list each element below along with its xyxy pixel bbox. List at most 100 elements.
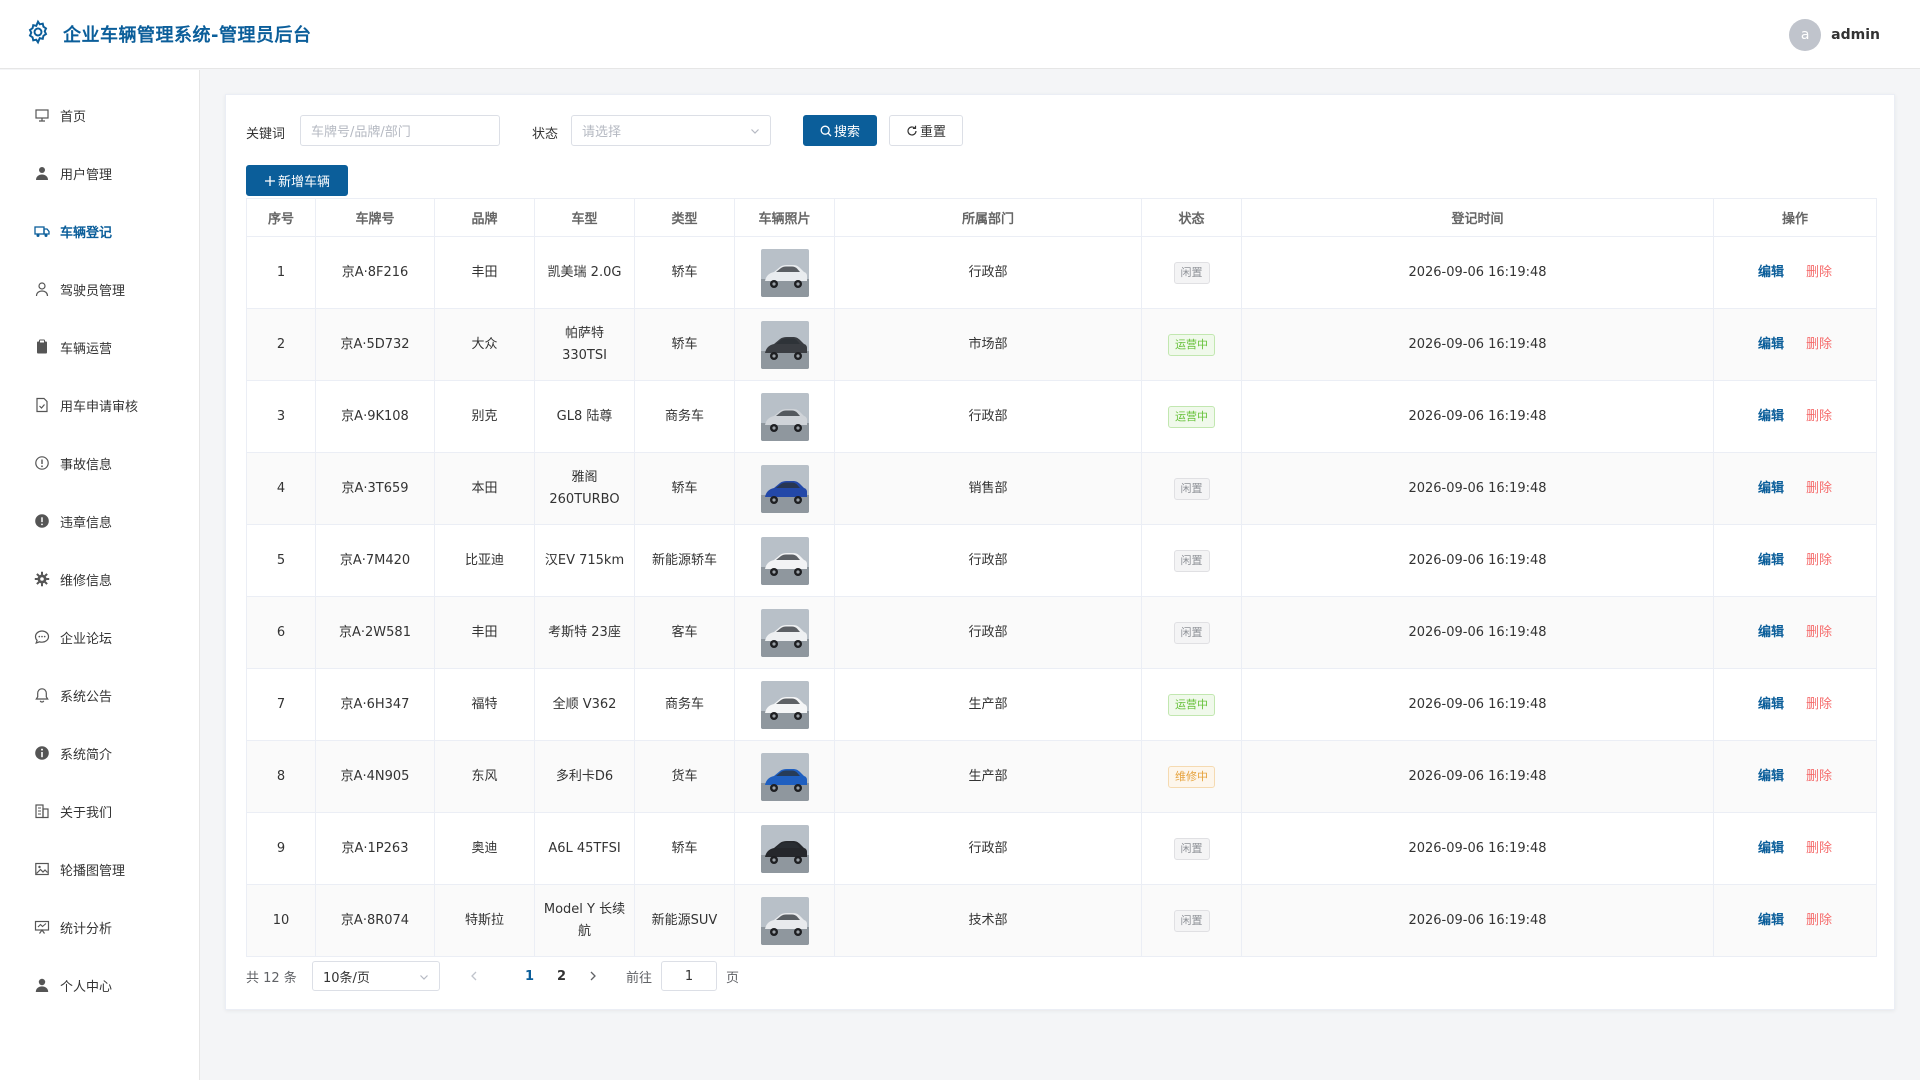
sidebar-item-label: 首页	[60, 109, 87, 125]
sidebar-item-16[interactable]: 个人中心	[0, 965, 199, 1005]
goto-page-input[interactable]: 1	[661, 961, 717, 991]
keyword-input[interactable]: 车牌号/品牌/部门	[300, 115, 500, 146]
department-cell: 市场部	[834, 308, 1142, 381]
actions-cell: 编辑 删除	[1713, 884, 1877, 957]
brand-cell: 别克	[434, 380, 535, 453]
edit-button[interactable]: 编辑	[1758, 697, 1784, 712]
total-count: 共 12 条	[246, 970, 297, 986]
delete-button[interactable]: 删除	[1806, 337, 1832, 352]
vehicle-photo[interactable]	[760, 320, 809, 369]
actions-cell: 编辑 删除	[1713, 236, 1877, 309]
status-badge: 运营中	[1168, 333, 1215, 356]
plate-number: 京A·6H347	[315, 668, 435, 741]
status-badge: 闲置	[1173, 477, 1210, 500]
vehicle-photo[interactable]	[760, 824, 809, 873]
reset-button[interactable]: 重置	[889, 115, 963, 146]
vehicle-photo[interactable]	[760, 680, 809, 729]
column-header: 所属部门	[834, 198, 1142, 237]
sidebar-item-4[interactable]: 驾驶员管理	[0, 269, 199, 309]
search-button[interactable]: 搜索	[803, 115, 877, 146]
row-index: 6	[246, 596, 316, 669]
sidebar-item-7[interactable]: 事故信息	[0, 443, 199, 483]
delete-button[interactable]: 删除	[1806, 265, 1832, 280]
document-check-icon	[36, 397, 48, 413]
sidebar-item-12[interactable]: 系统简介	[0, 733, 199, 773]
photo-cell	[734, 812, 835, 885]
vehicle-photo[interactable]	[760, 392, 809, 441]
sidebar-item-label: 车辆运营	[60, 341, 113, 357]
edit-button[interactable]: 编辑	[1758, 553, 1784, 568]
edit-button[interactable]: 编辑	[1758, 409, 1784, 424]
next-page-button[interactable]	[587, 961, 599, 991]
sidebar-item-3[interactable]: 车辆登记	[0, 211, 199, 251]
column-header: 车型	[534, 198, 635, 237]
register-time: 2026-09-06 16:19:48	[1241, 596, 1714, 669]
brand-cell: 福特	[434, 668, 535, 741]
delete-button[interactable]: 删除	[1806, 553, 1832, 568]
vehicle-photo[interactable]	[760, 752, 809, 801]
delete-button[interactable]: 删除	[1806, 769, 1832, 784]
sidebar-item-9[interactable]: 维修信息	[0, 559, 199, 599]
plate-number: 京A·8F216	[315, 236, 435, 309]
sidebar-item-11[interactable]: 系统公告	[0, 675, 199, 715]
vehicle-photo[interactable]	[760, 248, 809, 297]
actions-cell: 编辑 删除	[1713, 668, 1877, 741]
edit-button[interactable]: 编辑	[1758, 769, 1784, 784]
department-cell: 行政部	[834, 812, 1142, 885]
search-icon	[820, 125, 832, 136]
model-cell: 汉EV 715km	[534, 524, 635, 597]
model-cell: 全顺 V362	[534, 668, 635, 741]
sidebar-item-10[interactable]: 企业论坛	[0, 617, 199, 657]
page-2-button[interactable]: 2	[557, 961, 566, 991]
delete-button[interactable]: 删除	[1806, 697, 1832, 712]
sidebar-item-13[interactable]: 关于我们	[0, 791, 199, 831]
sidebar-item-8[interactable]: 违章信息	[0, 501, 199, 541]
add-vehicle-button[interactable]: 新增车辆	[246, 165, 348, 196]
picture-icon	[35, 862, 49, 876]
edit-button[interactable]: 编辑	[1758, 841, 1784, 856]
edit-button[interactable]: 编辑	[1758, 625, 1784, 640]
delete-button[interactable]: 删除	[1806, 625, 1832, 640]
sidebar-item-label: 违章信息	[60, 515, 113, 531]
page-1-button[interactable]: 1	[525, 961, 534, 991]
table-row: 2 京A·5D732 大众 帕萨特 330TSI 轿车 市场部 运营中 2026-09-06 …	[246, 308, 1877, 381]
vehicle-photo[interactable]	[760, 896, 809, 945]
user-menu[interactable]: a admin	[1789, 19, 1880, 51]
edit-button[interactable]: 编辑	[1758, 337, 1784, 352]
register-time: 2026-09-06 16:19:48	[1241, 812, 1714, 885]
username[interactable]: admin	[1831, 27, 1880, 43]
sidebar-item-6[interactable]: 用车申请审核	[0, 385, 199, 425]
sidebar: 首页用户管理车辆登记驾驶员管理车辆运营用车申请审核 事故信息违章信息维修信息企业论…	[0, 70, 200, 1080]
edit-button[interactable]: 编辑	[1758, 481, 1784, 496]
vehicle-table: 序号 车牌号 品牌 车型 类型 车辆照片 所属部门 状态 登记时间 操作 1 京A·8F216 丰田凯…	[246, 198, 1877, 957]
type-cell: 商务车	[634, 380, 735, 453]
page-size-value: 10条/页	[323, 970, 370, 986]
sidebar-item-2[interactable]: 用户管理	[0, 153, 199, 193]
sidebar-item-15[interactable]: 统计分析	[0, 907, 199, 947]
department-cell: 技术部	[834, 884, 1142, 957]
delete-button[interactable]: 删除	[1806, 913, 1832, 928]
sidebar-item-1[interactable]: 首页	[0, 95, 199, 135]
department-cell: 生产部	[834, 740, 1142, 813]
avatar[interactable]: a	[1789, 19, 1822, 51]
status-cell: 闲置	[1141, 524, 1242, 597]
add-vehicle-button-label: 新增车辆	[277, 175, 330, 190]
status-select[interactable]: 请选择	[571, 115, 771, 146]
delete-button[interactable]: 删除	[1806, 481, 1832, 496]
vehicle-photo[interactable]	[760, 536, 809, 585]
car-thumbnail-icon	[760, 896, 809, 945]
delete-button[interactable]: 删除	[1806, 409, 1832, 424]
vehicle-photo[interactable]	[760, 608, 809, 657]
column-header: 品牌	[434, 198, 535, 237]
table-row: 5 京A·7M420 比亚迪 汉EV 715km 新能源轿车 行政部 闲置 2026-09-0…	[246, 524, 1877, 597]
edit-button[interactable]: 编辑	[1758, 265, 1784, 280]
edit-button[interactable]: 编辑	[1758, 913, 1784, 928]
vehicle-photo[interactable]	[760, 464, 809, 513]
sidebar-item-5[interactable]: 车辆运营	[0, 327, 199, 367]
prev-page-button[interactable]	[468, 961, 480, 991]
delete-button[interactable]: 删除	[1806, 841, 1832, 856]
sidebar-item-label: 驾驶员管理	[60, 283, 126, 299]
page-size-select[interactable]: 10条/页	[312, 961, 440, 991]
chevron-right-icon	[590, 971, 596, 981]
sidebar-item-14[interactable]: 轮播图管理	[0, 849, 199, 889]
